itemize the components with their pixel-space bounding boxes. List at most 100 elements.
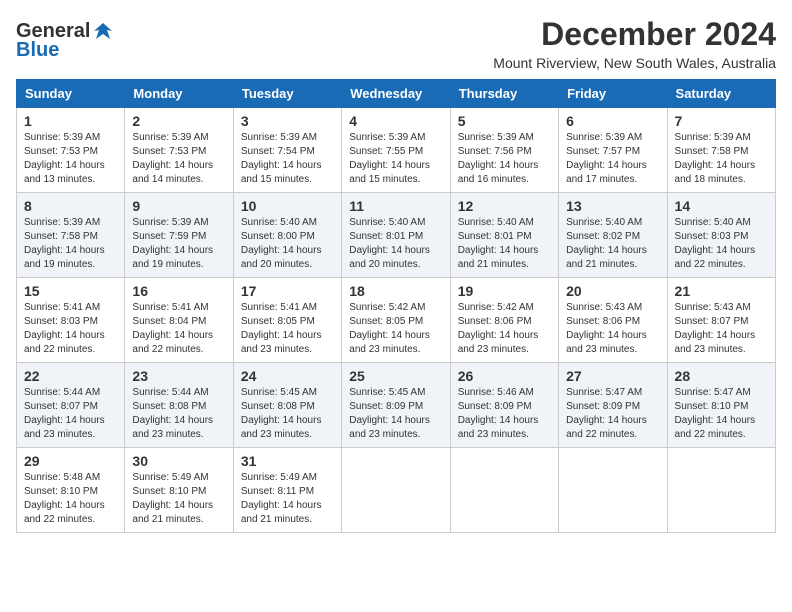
calendar-day-cell: 18 Sunrise: 5:42 AMSunset: 8:05 PMDayligh… bbox=[342, 278, 450, 363]
day-info: Sunrise: 5:40 AMSunset: 8:01 PMDaylight:… bbox=[458, 216, 551, 272]
day-number: 31 bbox=[241, 453, 334, 469]
day-number: 17 bbox=[241, 283, 334, 299]
day-info: Sunrise: 5:39 AMSunset: 7:54 PMDaylight:… bbox=[241, 131, 334, 187]
col-sunday: Sunday bbox=[17, 80, 125, 108]
month-title: December 2024 bbox=[493, 16, 776, 53]
page-container: General Blue December 2024 Mount Rivervi… bbox=[16, 16, 776, 533]
day-info: Sunrise: 5:49 AMSunset: 8:10 PMDaylight:… bbox=[132, 471, 225, 527]
day-info: Sunrise: 5:41 AMSunset: 8:05 PMDaylight:… bbox=[241, 301, 334, 357]
day-info: Sunrise: 5:44 AMSunset: 8:07 PMDaylight:… bbox=[24, 386, 117, 442]
calendar-day-cell: 31 Sunrise: 5:49 AMSunset: 8:11 PMDayligh… bbox=[233, 448, 341, 533]
day-number: 26 bbox=[458, 368, 551, 384]
calendar-week-3: 15 Sunrise: 5:41 AMSunset: 8:03 PMDayligh… bbox=[17, 278, 776, 363]
header: General Blue December 2024 Mount Rivervi… bbox=[16, 16, 776, 71]
calendar-day-cell: 17 Sunrise: 5:41 AMSunset: 8:05 PMDayligh… bbox=[233, 278, 341, 363]
day-info: Sunrise: 5:39 AMSunset: 7:58 PMDaylight:… bbox=[675, 131, 768, 187]
day-number: 7 bbox=[675, 113, 768, 129]
day-number: 20 bbox=[566, 283, 659, 299]
day-info: Sunrise: 5:47 AMSunset: 8:09 PMDaylight:… bbox=[566, 386, 659, 442]
calendar-day-cell: 14Sunrise: 5:40 AMSunset: 8:03 PMDayligh… bbox=[667, 193, 775, 278]
day-info: Sunrise: 5:45 AMSunset: 8:08 PMDaylight:… bbox=[241, 386, 334, 442]
calendar-header-row: Sunday Monday Tuesday Wednesday Thursday… bbox=[17, 80, 776, 108]
logo: General Blue bbox=[16, 20, 114, 62]
day-number: 28 bbox=[675, 368, 768, 384]
calendar-day-cell: 27 Sunrise: 5:47 AMSunset: 8:09 PMDayligh… bbox=[559, 363, 667, 448]
day-info: Sunrise: 5:43 AMSunset: 8:07 PMDaylight:… bbox=[675, 301, 768, 357]
day-number: 12 bbox=[458, 198, 551, 214]
day-info: Sunrise: 5:42 AMSunset: 8:06 PMDaylight:… bbox=[458, 301, 551, 357]
day-number: 13 bbox=[566, 198, 659, 214]
day-number: 14 bbox=[675, 198, 768, 214]
location-title: Mount Riverview, New South Wales, Austra… bbox=[493, 55, 776, 71]
calendar-day-cell: 4Sunrise: 5:39 AMSunset: 7:55 PMDaylight… bbox=[342, 108, 450, 193]
day-info: Sunrise: 5:40 AMSunset: 8:02 PMDaylight:… bbox=[566, 216, 659, 272]
col-thursday: Thursday bbox=[450, 80, 558, 108]
day-number: 16 bbox=[132, 283, 225, 299]
calendar-day-cell bbox=[342, 448, 450, 533]
day-info: Sunrise: 5:42 AMSunset: 8:05 PMDaylight:… bbox=[349, 301, 442, 357]
calendar-day-cell: 3 Sunrise: 5:39 AMSunset: 7:54 PMDaylight… bbox=[233, 108, 341, 193]
calendar-day-cell: 5 Sunrise: 5:39 AMSunset: 7:56 PMDaylight… bbox=[450, 108, 558, 193]
calendar-day-cell: 24 Sunrise: 5:45 AMSunset: 8:08 PMDayligh… bbox=[233, 363, 341, 448]
col-friday: Friday bbox=[559, 80, 667, 108]
day-number: 2 bbox=[132, 113, 225, 129]
day-number: 15 bbox=[24, 283, 117, 299]
day-info: Sunrise: 5:39 AMSunset: 7:53 PMDaylight:… bbox=[132, 131, 225, 187]
col-saturday: Saturday bbox=[667, 80, 775, 108]
day-info: Sunrise: 5:46 AMSunset: 8:09 PMDaylight:… bbox=[458, 386, 551, 442]
title-area: December 2024 Mount Riverview, New South… bbox=[493, 16, 776, 71]
day-number: 29 bbox=[24, 453, 117, 469]
day-number: 21 bbox=[675, 283, 768, 299]
calendar-day-cell bbox=[450, 448, 558, 533]
day-number: 25 bbox=[349, 368, 442, 384]
calendar-day-cell bbox=[667, 448, 775, 533]
logo-blue-text: Blue bbox=[16, 39, 59, 62]
day-info: Sunrise: 5:40 AMSunset: 8:01 PMDaylight:… bbox=[349, 216, 442, 272]
day-info: Sunrise: 5:39 AMSunset: 7:56 PMDaylight:… bbox=[458, 131, 551, 187]
day-info: Sunrise: 5:48 AMSunset: 8:10 PMDaylight:… bbox=[24, 471, 117, 527]
day-number: 27 bbox=[566, 368, 659, 384]
calendar-day-cell: 10Sunrise: 5:40 AMSunset: 8:00 PMDayligh… bbox=[233, 193, 341, 278]
calendar-day-cell: 25 Sunrise: 5:45 AMSunset: 8:09 PMDayligh… bbox=[342, 363, 450, 448]
day-info: Sunrise: 5:49 AMSunset: 8:11 PMDaylight:… bbox=[241, 471, 334, 527]
day-info: Sunrise: 5:39 AMSunset: 7:59 PMDaylight:… bbox=[132, 216, 225, 272]
calendar-day-cell: 23Sunrise: 5:44 AMSunset: 8:08 PMDayligh… bbox=[125, 363, 233, 448]
day-number: 24 bbox=[241, 368, 334, 384]
day-info: Sunrise: 5:39 AMSunset: 7:53 PMDaylight:… bbox=[24, 131, 117, 187]
col-monday: Monday bbox=[125, 80, 233, 108]
day-info: Sunrise: 5:43 AMSunset: 8:06 PMDaylight:… bbox=[566, 301, 659, 357]
calendar-table: Sunday Monday Tuesday Wednesday Thursday… bbox=[16, 79, 776, 533]
calendar-day-cell: 22 Sunrise: 5:44 AMSunset: 8:07 PMDayligh… bbox=[17, 363, 125, 448]
logo-bird-icon bbox=[92, 21, 114, 43]
calendar-day-cell: 30 Sunrise: 5:49 AMSunset: 8:10 PMDayligh… bbox=[125, 448, 233, 533]
day-number: 11 bbox=[349, 198, 442, 214]
day-info: Sunrise: 5:41 AMSunset: 8:04 PMDaylight:… bbox=[132, 301, 225, 357]
day-info: Sunrise: 5:41 AMSunset: 8:03 PMDaylight:… bbox=[24, 301, 117, 357]
day-number: 10 bbox=[241, 198, 334, 214]
calendar-week-4: 22 Sunrise: 5:44 AMSunset: 8:07 PMDayligh… bbox=[17, 363, 776, 448]
day-info: Sunrise: 5:44 AMSunset: 8:08 PMDaylight:… bbox=[132, 386, 225, 442]
calendar-day-cell: 8Sunrise: 5:39 AMSunset: 7:58 PMDaylight… bbox=[17, 193, 125, 278]
day-number: 8 bbox=[24, 198, 117, 214]
day-number: 22 bbox=[24, 368, 117, 384]
col-wednesday: Wednesday bbox=[342, 80, 450, 108]
calendar-day-cell bbox=[559, 448, 667, 533]
calendar-day-cell: 2 Sunrise: 5:39 AMSunset: 7:53 PMDaylight… bbox=[125, 108, 233, 193]
day-info: Sunrise: 5:39 AMSunset: 7:57 PMDaylight:… bbox=[566, 131, 659, 187]
calendar-week-5: 29 Sunrise: 5:48 AMSunset: 8:10 PMDayligh… bbox=[17, 448, 776, 533]
calendar-day-cell: 19 Sunrise: 5:42 AMSunset: 8:06 PMDayligh… bbox=[450, 278, 558, 363]
day-number: 30 bbox=[132, 453, 225, 469]
day-number: 9 bbox=[132, 198, 225, 214]
calendar-day-cell: 20 Sunrise: 5:43 AMSunset: 8:06 PMDayligh… bbox=[559, 278, 667, 363]
day-info: Sunrise: 5:47 AMSunset: 8:10 PMDaylight:… bbox=[675, 386, 768, 442]
calendar-week-1: 1 Sunrise: 5:39 AMSunset: 7:53 PMDaylight… bbox=[17, 108, 776, 193]
day-number: 18 bbox=[349, 283, 442, 299]
day-info: Sunrise: 5:45 AMSunset: 8:09 PMDaylight:… bbox=[349, 386, 442, 442]
day-number: 19 bbox=[458, 283, 551, 299]
calendar-day-cell: 16 Sunrise: 5:41 AMSunset: 8:04 PMDayligh… bbox=[125, 278, 233, 363]
calendar-day-cell: 21 Sunrise: 5:43 AMSunset: 8:07 PMDayligh… bbox=[667, 278, 775, 363]
day-number: 3 bbox=[241, 113, 334, 129]
calendar-day-cell: 13 Sunrise: 5:40 AMSunset: 8:02 PMDayligh… bbox=[559, 193, 667, 278]
day-number: 1 bbox=[24, 113, 117, 129]
day-number: 5 bbox=[458, 113, 551, 129]
